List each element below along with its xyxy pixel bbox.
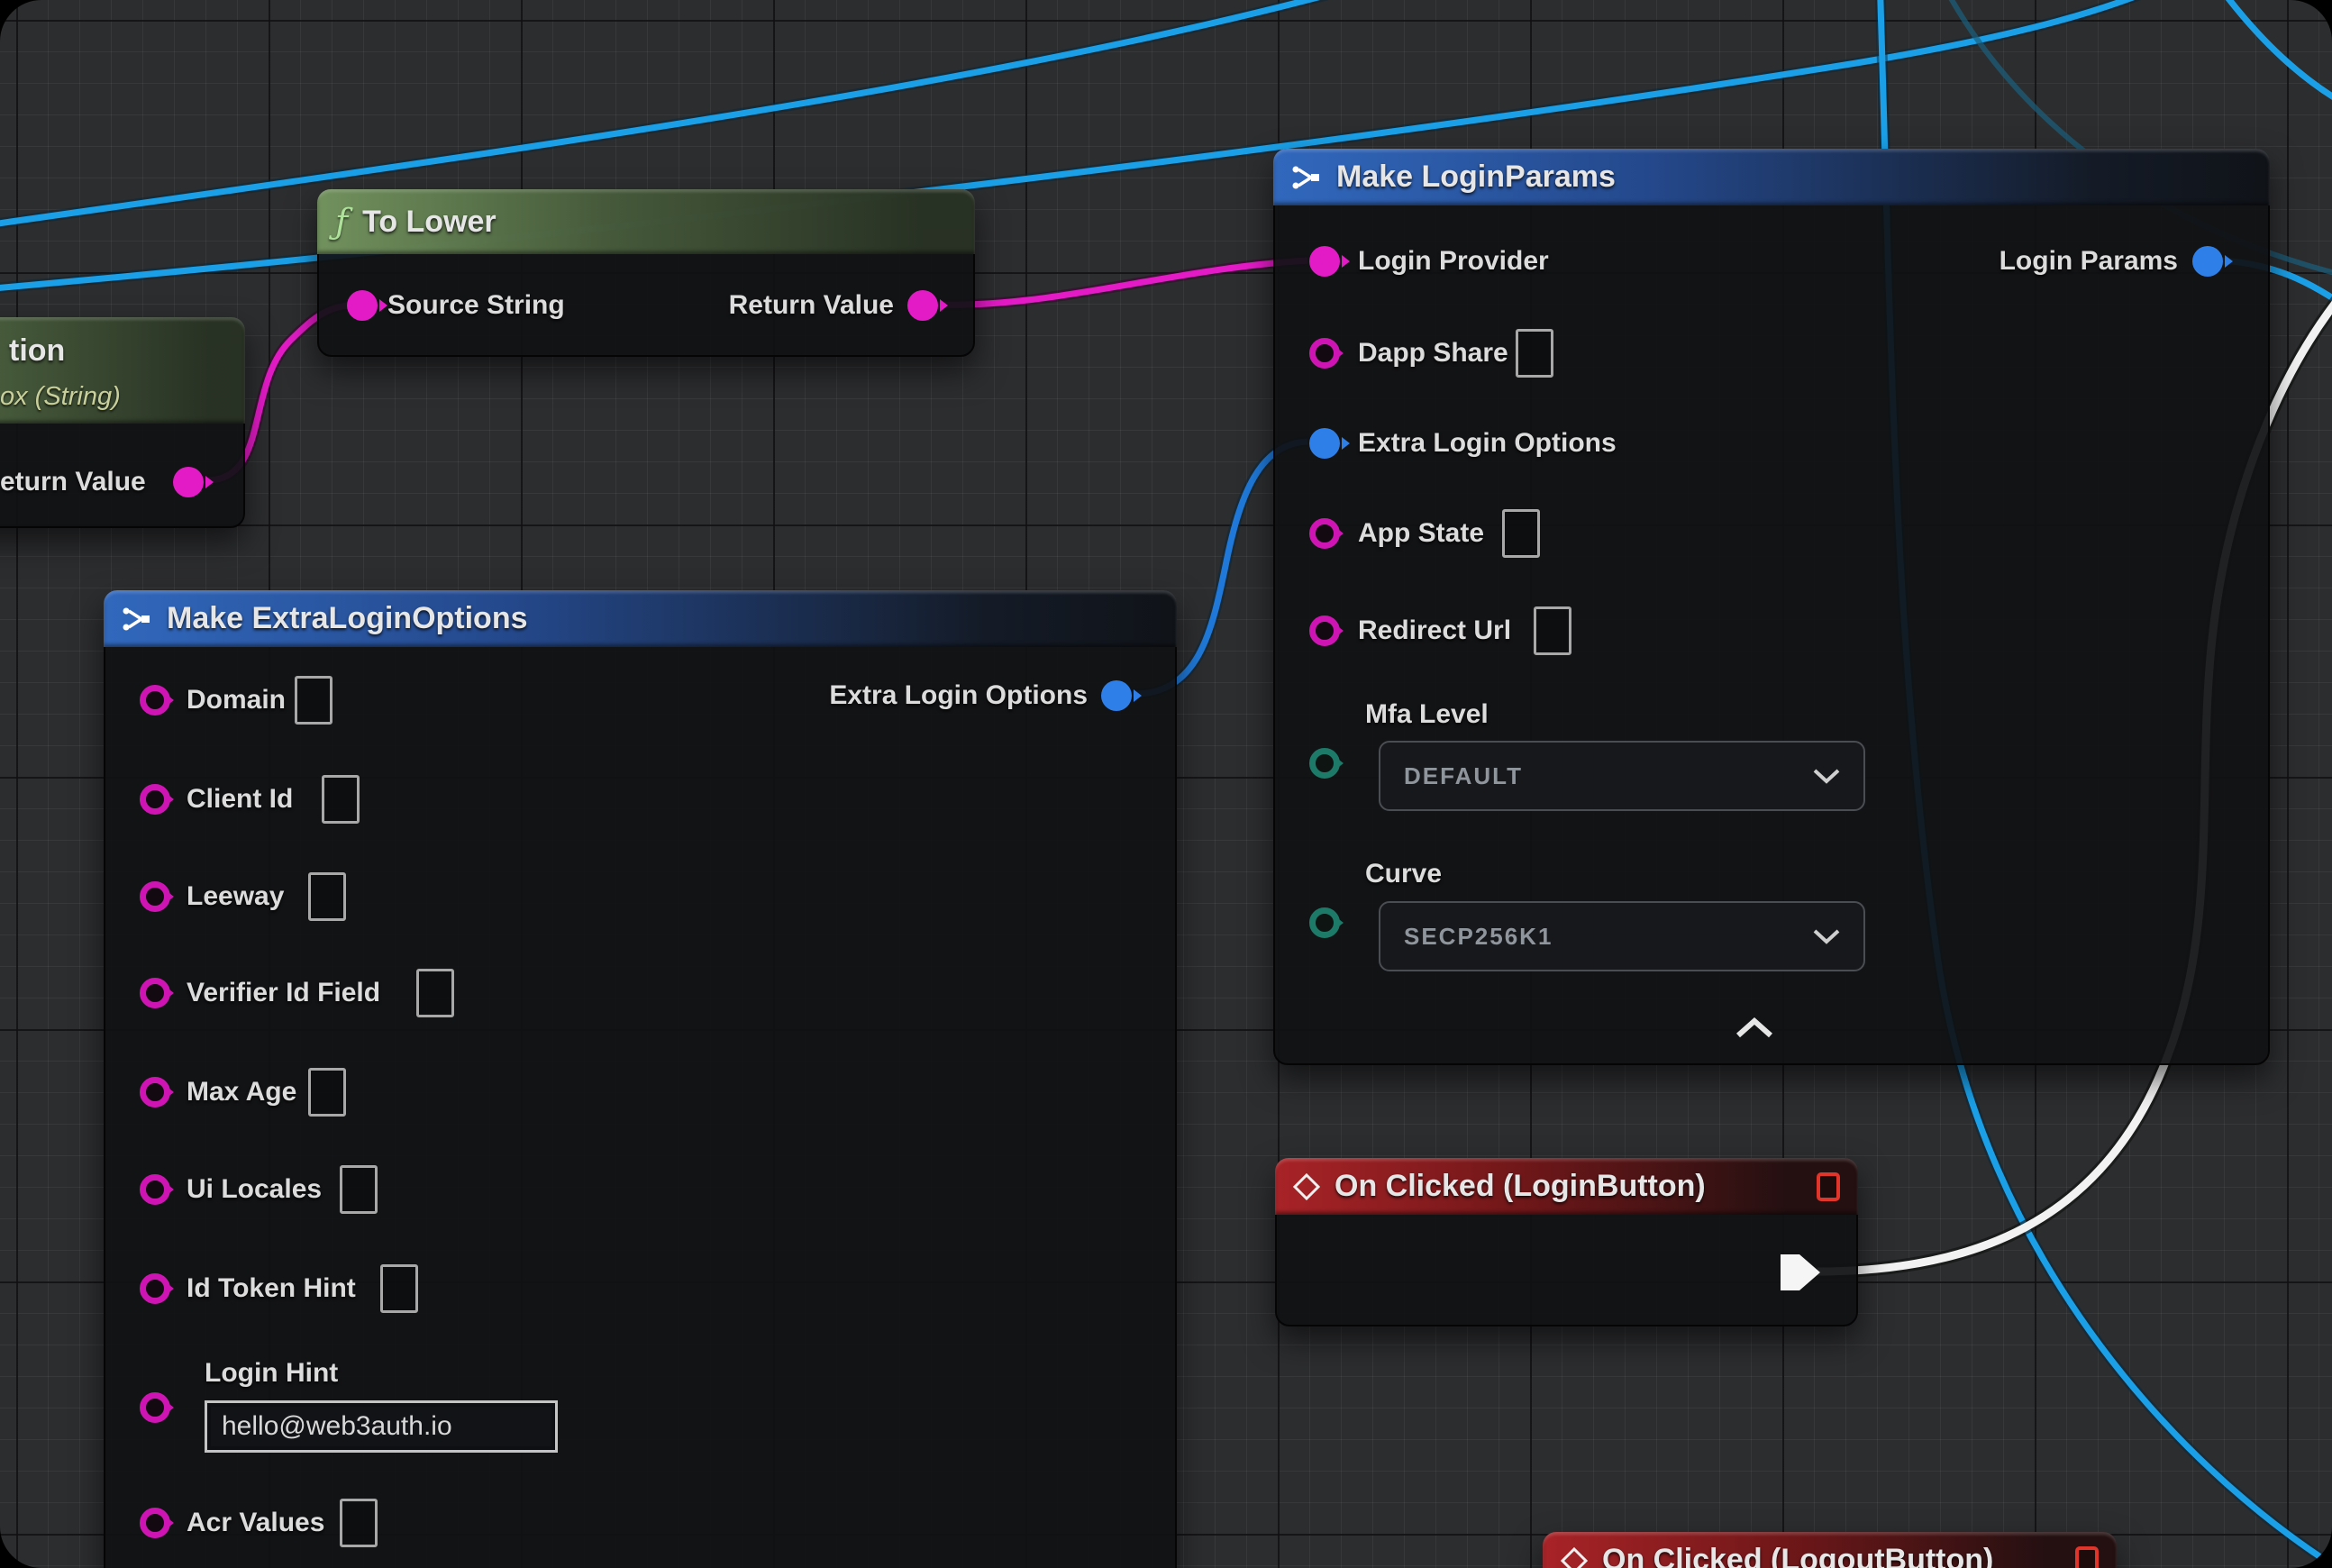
mfa-level-label: Mfa Level (1365, 698, 1489, 731)
pin-redirect-url[interactable] (1309, 615, 1340, 646)
pin-label-ui-locales: Ui Locales (187, 1173, 322, 1206)
pin-ui-locales[interactable] (140, 1174, 170, 1205)
node-header[interactable]: Make LoginParams (1273, 149, 2270, 205)
pin-leeway[interactable] (140, 881, 170, 912)
mfa-level-dropdown[interactable]: DEFAULT (1379, 741, 1865, 811)
pin-label-dapp-share: Dapp Share (1358, 337, 1508, 369)
login-hint-input[interactable]: hello@web3auth.io (205, 1400, 558, 1453)
verifier-id-field-value-box[interactable] (416, 969, 454, 1017)
pin-label-extra-login-options-out: Extra Login Options (829, 679, 1088, 712)
node-header[interactable]: On Clicked (LogoutButton) (1543, 1532, 2117, 1568)
curve-value: SECP256K1 (1404, 923, 1553, 951)
max-age-value-box[interactable] (308, 1068, 346, 1117)
pin-return-value[interactable] (173, 467, 204, 497)
node-title: Make ExtraLoginOptions (167, 601, 528, 636)
pin-curve[interactable] (1309, 907, 1340, 938)
pin-label-login-provider: Login Provider (1358, 245, 1549, 278)
chevron-down-icon (1813, 929, 1840, 944)
node-textbox-partial[interactable]: tion ox (String) eturn Value (0, 317, 245, 528)
pin-label-verifier-id-field: Verifier Id Field (187, 977, 380, 1009)
pin-client-id[interactable] (140, 784, 170, 815)
login-hint-value: hello@web3auth.io (222, 1411, 452, 1442)
node-to-lower[interactable]: ƒ To Lower Source String Return Value (317, 189, 975, 357)
pin-label-acr-values: Acr Values (187, 1507, 324, 1539)
pin-login-provider[interactable] (1309, 246, 1340, 277)
node-title: Make LoginParams (1336, 160, 1616, 195)
pin-label-extra-login-options-in: Extra Login Options (1358, 427, 1617, 460)
delegate-pin-icon[interactable] (2075, 1546, 2099, 1568)
collapse-chevron-up-icon[interactable] (1735, 1017, 1774, 1039)
acr-values-value-box[interactable] (340, 1499, 378, 1547)
wire-tolower-to-login-provider[interactable] (937, 260, 1307, 305)
pin-source-string[interactable] (347, 290, 378, 321)
pin-label-login-params-out: Login Params (2000, 245, 2178, 278)
pin-extra-login-options-in[interactable] (1309, 428, 1340, 459)
pin-label-domain: Domain (187, 684, 286, 716)
blueprint-graph-canvas[interactable]: tion ox (String) eturn Value ƒ To Lower … (0, 0, 2332, 1568)
node-subtitle: ox (String) (0, 382, 121, 412)
pin-label-source-string: Source String (387, 289, 565, 322)
client-id-value-box[interactable] (322, 775, 360, 824)
pin-label-redirect-url: Redirect Url (1358, 615, 1511, 647)
ui-locales-value-box[interactable] (340, 1165, 378, 1214)
node-header[interactable]: On Clicked (LoginButton) (1275, 1158, 1858, 1215)
node-title: tion (9, 333, 65, 369)
app-state-value-box[interactable] (1502, 509, 1540, 558)
node-make-loginparams[interactable]: Make LoginParams Login Provider Login Pa… (1273, 149, 2270, 1065)
pin-acr-values[interactable] (140, 1508, 170, 1538)
id-token-hint-value-box[interactable] (380, 1264, 418, 1313)
pin-login-params-out[interactable] (2192, 246, 2223, 277)
pin-max-age[interactable] (140, 1077, 170, 1108)
node-header[interactable]: Make ExtraLoginOptions (104, 590, 1177, 647)
node-title: On Clicked (LoginButton) (1335, 1169, 1706, 1204)
pin-label-app-state: App State (1358, 517, 1484, 550)
chevron-down-icon (1813, 769, 1840, 784)
pin-label-leeway: Leeway (187, 880, 284, 913)
node-on-clicked-logoutbutton[interactable]: On Clicked (LogoutButton) (1543, 1532, 2117, 1568)
pin-label-return-value: Return Value (729, 289, 894, 322)
node-on-clicked-loginbutton[interactable]: On Clicked (LoginButton) (1275, 1158, 1858, 1326)
leeway-value-box[interactable] (308, 872, 346, 921)
pin-label-id-token-hint: Id Token Hint (187, 1272, 356, 1305)
pin-return-value[interactable] (907, 290, 938, 321)
curve-label: Curve (1365, 858, 1442, 890)
pin-label-max-age: Max Age (187, 1076, 296, 1108)
pin-extra-login-options-out[interactable] (1101, 680, 1132, 711)
mfa-level-value: DEFAULT (1404, 762, 1523, 790)
event-diamond-icon (1561, 1547, 1588, 1568)
pin-label-return-value: eturn Value (0, 466, 146, 498)
pin-verifier-id-field[interactable] (140, 978, 170, 1008)
pin-id-token-hint[interactable] (140, 1273, 170, 1304)
node-title: On Clicked (LogoutButton) (1602, 1543, 1993, 1568)
pin-domain[interactable] (140, 685, 170, 716)
node-make-extraloginoptions[interactable]: Make ExtraLoginOptions Extra Login Optio… (104, 590, 1177, 1568)
pin-login-hint[interactable] (140, 1392, 170, 1423)
pin-app-state[interactable] (1309, 518, 1340, 549)
delegate-pin-icon[interactable] (1817, 1172, 1840, 1201)
node-header[interactable]: ƒ To Lower (317, 189, 975, 254)
node-title: To Lower (362, 205, 496, 240)
make-struct-icon (122, 606, 152, 633)
function-icon: ƒ (335, 205, 348, 239)
wire-tolower-to-login-provider[interactable] (937, 260, 1307, 305)
exec-output-pin[interactable] (1780, 1252, 1821, 1293)
pin-dapp-share[interactable] (1309, 338, 1340, 369)
make-struct-icon (1291, 164, 1322, 191)
pin-label-client-id: Client Id (187, 783, 293, 816)
pin-label-login-hint: Login Hint (205, 1357, 338, 1390)
domain-value-box[interactable] (295, 676, 332, 725)
redirect-url-value-box[interactable] (1534, 606, 1571, 655)
dapp-share-value-box[interactable] (1516, 329, 1553, 378)
pin-mfa-level[interactable] (1309, 748, 1340, 779)
event-diamond-icon (1293, 1173, 1320, 1200)
curve-dropdown[interactable]: SECP256K1 (1379, 901, 1865, 971)
wire-blue-corner[interactable] (2209, 0, 2332, 113)
